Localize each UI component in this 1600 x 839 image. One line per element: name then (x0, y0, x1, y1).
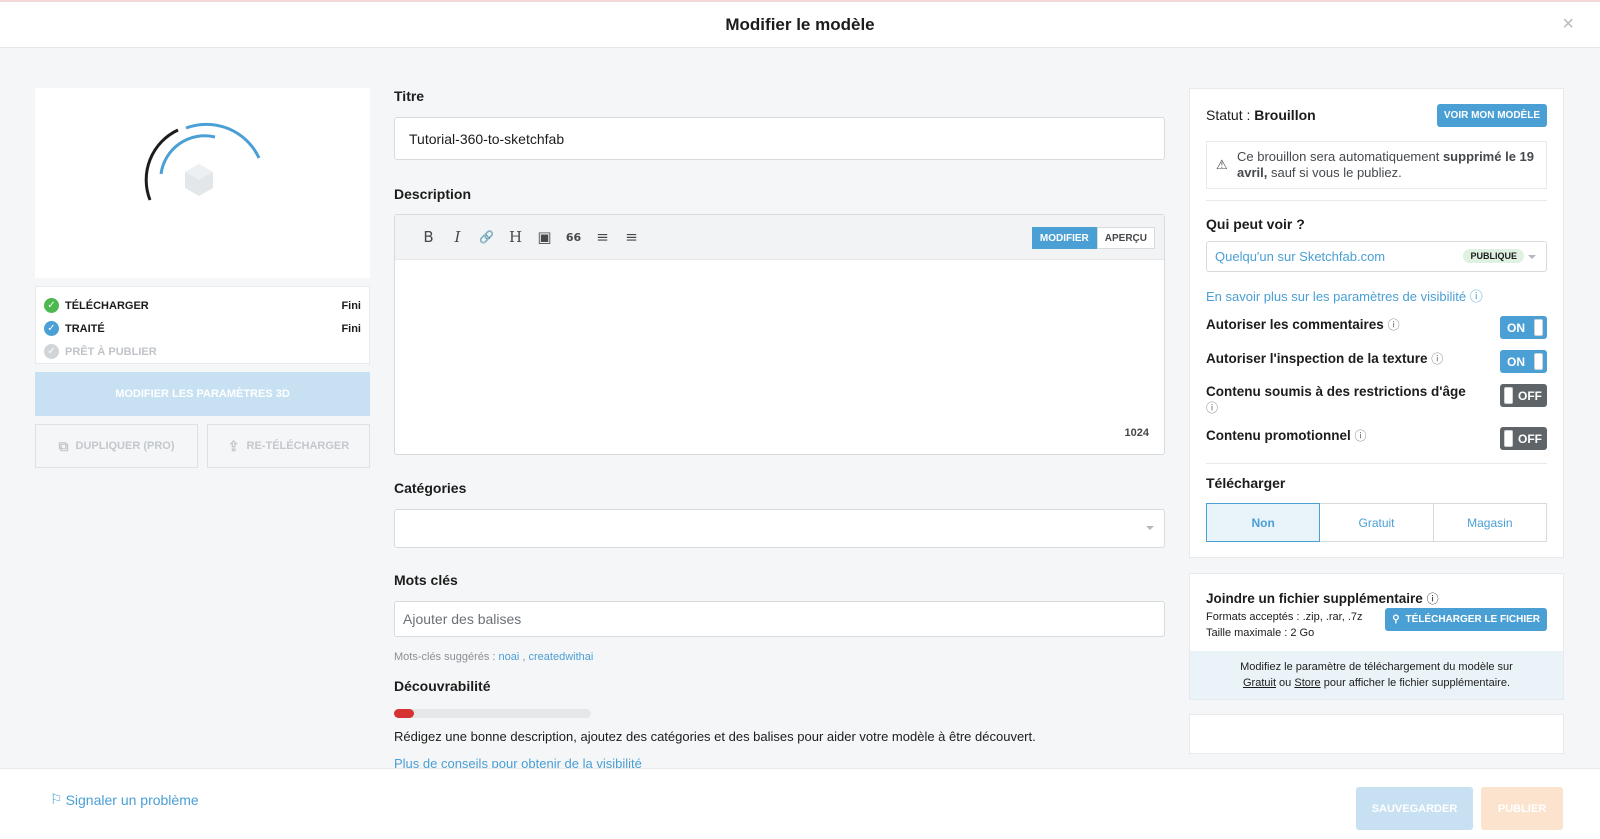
next-card (1189, 714, 1564, 754)
right-column: Statut : Brouillon Voir mon modèle ⚠ Ce … (1189, 88, 1564, 754)
upload-file-button[interactable]: ⚲ Télécharger le fichier (1385, 608, 1547, 631)
help-icon: ⓘ (1431, 352, 1444, 366)
discoverability-label: Découvrabilité (394, 678, 491, 694)
visibility-help-link[interactable]: En savoir plus sur les paramètres de vis… (1206, 286, 1547, 305)
quote-icon[interactable]: 66 (559, 231, 588, 244)
download-option-store[interactable]: Magasin (1433, 503, 1547, 542)
draft-notice: ⚠ Ce brouillon sera automatiquement supp… (1206, 141, 1547, 189)
attachment-title: Joindre un fichier supplémentaire ⓘ (1206, 591, 1439, 606)
help-icon: ⓘ (1469, 289, 1483, 304)
copy-icon: ⧉ (58, 437, 69, 454)
categories-label: Catégories (394, 480, 467, 496)
who-can-see-label: Qui peut voir ? (1206, 216, 1305, 232)
attachment-info: Modifiez le paramètre de téléchargement … (1190, 651, 1563, 699)
modal-header: Modifier le modèle × (0, 0, 1600, 48)
publish-button[interactable]: Publier (1481, 787, 1563, 830)
step-upload: ✓ Télécharger Fini (44, 294, 361, 317)
save-button[interactable]: Sauvegarder (1356, 787, 1473, 830)
download-options: Non Gratuit Magasin (1206, 503, 1547, 542)
visibility-select[interactable]: Quelqu'un sur Sketchfab.com Publique (1206, 241, 1547, 272)
promotional-switch[interactable]: OFF (1500, 427, 1547, 450)
duplicate-button[interactable]: ⧉ Dupliquer (PRO) (35, 424, 198, 468)
download-option-free[interactable]: Gratuit (1320, 503, 1434, 542)
italic-icon[interactable]: I (443, 228, 472, 246)
model-thumbnail (35, 88, 370, 278)
toggle-age-restricted: Contenu soumis à des restrictions d'âge ⓘ… (1206, 384, 1547, 416)
description-editor[interactable]: B I 🔗 H ▣ 66 ≡ ≡ Modifier Aperçu 1024 (394, 214, 1165, 455)
discoverability-fill (394, 709, 414, 718)
toggle-comments: Autoriser les commentaires ⓘ ON (1206, 316, 1547, 339)
check-icon: ✓ (44, 321, 59, 336)
toggle-promotional: Contenu promotionnel ⓘ OFF (1206, 427, 1547, 450)
view-model-button[interactable]: Voir mon modèle (1436, 103, 1547, 127)
description-label: Description (394, 186, 472, 202)
ordered-list-icon[interactable]: ≡ (588, 228, 617, 246)
step-ready: ✓ Prêt à publier (44, 340, 361, 363)
store-link[interactable]: Store (1294, 677, 1320, 689)
tab-modify[interactable]: Modifier (1031, 227, 1097, 249)
publish-settings-card: Statut : Brouillon Voir mon modèle ⚠ Ce … (1189, 88, 1564, 558)
secondary-actions: ⧉ Dupliquer (PRO) ⇪ Re-télécharger (35, 424, 370, 468)
status-row: Statut : Brouillon Voir mon modèle (1206, 89, 1547, 141)
report-problem-link[interactable]: ⚐ Signaler un problème (50, 791, 199, 808)
keywords-input[interactable]: Ajouter des balises (394, 601, 1165, 637)
help-icon: ⓘ (1206, 401, 1219, 415)
title-label: Titre (394, 88, 425, 104)
toggle-texture-inspection: Autoriser l'inspection de la texture ⓘ O… (1206, 350, 1547, 373)
footer: ⚐ Signaler un problème Sauvegarder Publi… (0, 768, 1600, 839)
download-option-no[interactable]: Non (1206, 503, 1321, 542)
comments-switch[interactable]: ON (1500, 316, 1547, 339)
help-icon: ⓘ (1354, 429, 1367, 443)
step-processed: ✓ Traité Fini (44, 317, 361, 340)
help-icon: ⓘ (1426, 592, 1439, 606)
processing-steps: ✓ Télécharger Fini ✓ Traité Fini ✓ Prêt … (35, 286, 370, 364)
divider (1206, 200, 1547, 201)
heading-icon[interactable]: H (501, 228, 530, 246)
warning-icon: ⚠ (1216, 157, 1228, 172)
upload-icon: ⇪ (227, 437, 240, 454)
left-column: ✓ Télécharger Fini ✓ Traité Fini ✓ Prêt … (35, 88, 370, 468)
chevron-down-icon (1528, 255, 1536, 259)
chevron-down-icon (1146, 526, 1154, 530)
modal-title: Modifier le modèle (725, 15, 875, 34)
image-icon[interactable]: ▣ (530, 228, 559, 246)
unordered-list-icon[interactable]: ≡ (617, 228, 646, 246)
main-form: Titre Tutorial-360-to-sketchfab Descript… (394, 88, 1165, 771)
categories-select[interactable] (394, 509, 1165, 548)
paperclip-icon: ⚲ (1392, 614, 1400, 625)
flag-icon: ⚐ (50, 791, 63, 807)
title-input[interactable]: Tutorial-360-to-sketchfab (394, 117, 1165, 160)
help-icon: ⓘ (1387, 318, 1400, 332)
download-label: Télécharger (1206, 475, 1286, 491)
check-icon: ✓ (44, 344, 59, 359)
free-link[interactable]: Gratuit (1243, 677, 1276, 689)
reupload-button[interactable]: ⇪ Re-télécharger (207, 424, 370, 468)
divider (1206, 463, 1547, 464)
texture-inspection-switch[interactable]: ON (1500, 350, 1547, 373)
status: Statut : Brouillon (1206, 107, 1316, 123)
check-icon: ✓ (44, 298, 59, 313)
bold-icon[interactable]: B (414, 228, 443, 246)
keyword-suggestion-createdwithai[interactable]: createdwithai (529, 651, 594, 663)
close-icon[interactable]: × (1562, 14, 1574, 34)
edit-3d-settings-button[interactable]: Modifier les paramètres 3D (35, 372, 370, 416)
age-restricted-switch[interactable]: OFF (1500, 384, 1547, 407)
loading-spinner-icon (144, 122, 261, 201)
tab-preview[interactable]: Aperçu (1096, 227, 1155, 249)
link-icon[interactable]: 🔗 (472, 230, 501, 244)
discoverability-bar (394, 709, 591, 718)
suggested-keywords: Mots-clés suggérés : noai , createdwitha… (394, 651, 594, 663)
char-counter: 1024 (1124, 427, 1149, 439)
attachment-card: Joindre un fichier supplémentaire ⓘ Form… (1189, 573, 1564, 700)
keywords-label: Mots clés (394, 572, 458, 588)
discoverability-text: Rédigez une bonne description, ajoutez d… (394, 729, 1036, 744)
editor-mode-switch: Modifier Aperçu (1031, 227, 1155, 249)
keyword-suggestion-noai[interactable]: noai (499, 651, 520, 663)
public-badge: Publique (1463, 249, 1524, 263)
